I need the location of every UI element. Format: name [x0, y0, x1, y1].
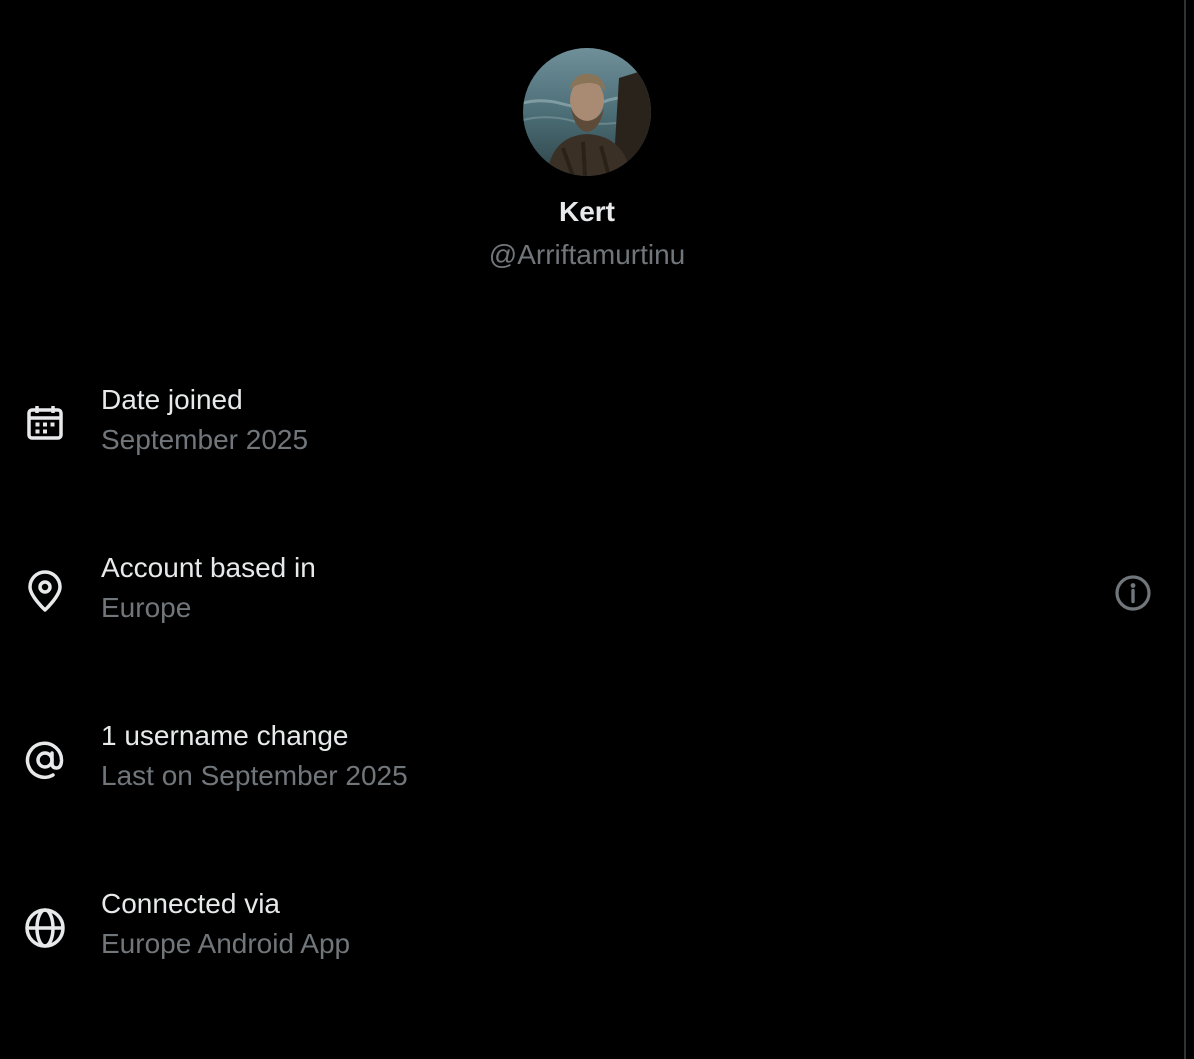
connected-via-value: Europe Android App	[101, 928, 351, 959]
location-pin-icon	[22, 569, 68, 615]
connected-via-text: Connected via Europe Android App	[101, 886, 350, 962]
account-location-label: Account based in	[101, 552, 316, 583]
account-location-value: Europe	[101, 592, 192, 623]
connected-via-row: Connected via Europe Android App	[0, 886, 1174, 976]
date-joined-label: Date joined	[101, 384, 243, 415]
date-joined-text: Date joined September 2025	[101, 382, 308, 458]
profile-header: Kert @Arriftamurtinu	[0, 48, 1174, 272]
account-location-row: Account based in Europe	[0, 550, 1174, 640]
display-name: Kert	[558, 196, 615, 227]
globe-icon	[22, 905, 68, 951]
date-joined-row: Date joined September 2025	[0, 382, 1174, 472]
username-change-label: 1 username change	[101, 720, 349, 751]
username-change-row: 1 username change Last on September 2025	[0, 718, 1174, 808]
account-location-text: Account based in Europe	[101, 550, 316, 626]
username-handle: @Arriftamurtinu	[488, 239, 686, 270]
avatar[interactable]	[523, 48, 651, 176]
connected-via-label: Connected via	[101, 888, 281, 919]
at-sign-icon	[22, 737, 68, 783]
info-icon[interactable]	[1112, 572, 1154, 614]
calendar-icon	[22, 401, 68, 447]
username-change-value: Last on September 2025	[101, 760, 408, 791]
username-change-text: 1 username change Last on September 2025	[101, 718, 408, 794]
date-joined-value: September 2025	[101, 424, 309, 455]
column-divider	[1184, 0, 1186, 1059]
